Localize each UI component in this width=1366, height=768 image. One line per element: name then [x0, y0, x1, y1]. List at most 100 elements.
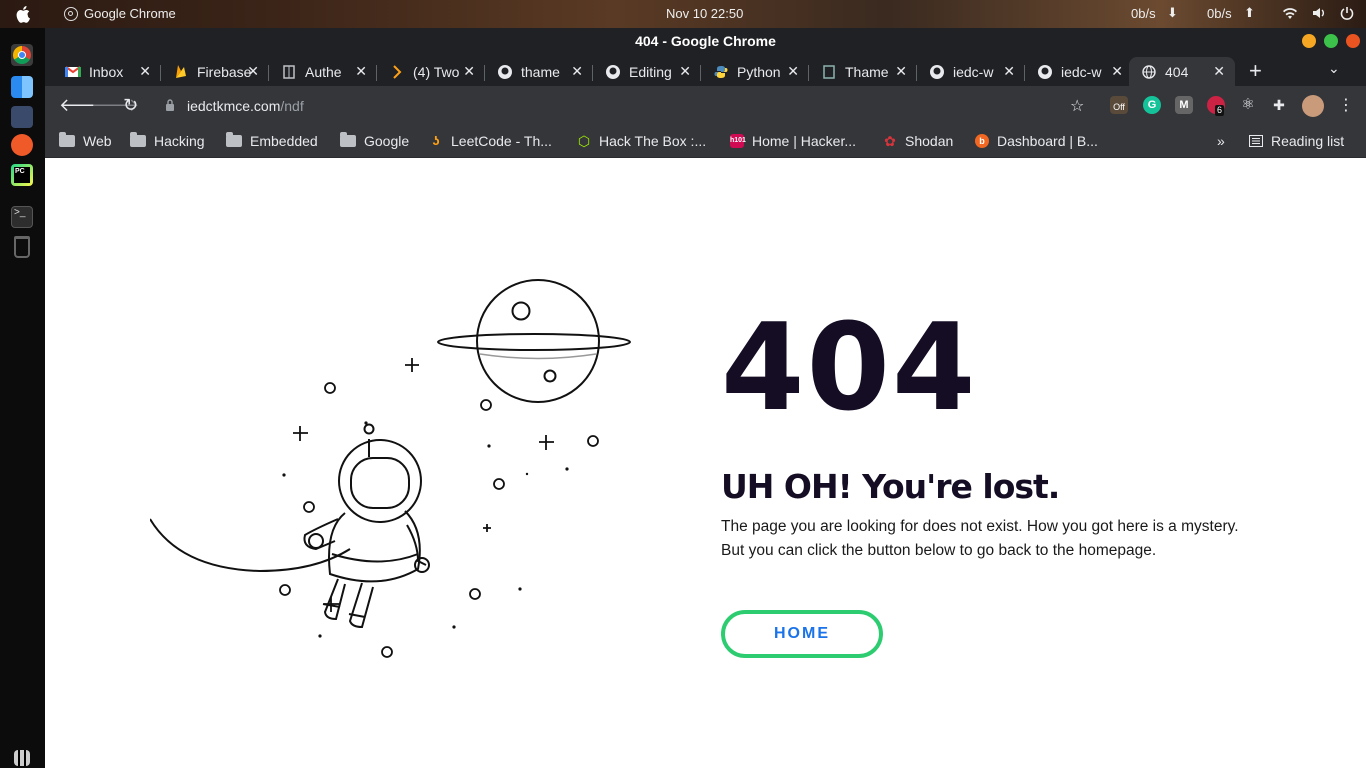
tab-iedc-1[interactable]: iedc-w ✕: [917, 57, 1025, 86]
bookmark-shodan[interactable]: ✿ Shodan: [883, 133, 953, 149]
hackerrank-icon: [389, 64, 405, 80]
off-badge: Off: [1113, 102, 1125, 112]
close-tab-icon[interactable]: ✕: [679, 63, 691, 80]
folder-icon: [59, 132, 75, 147]
tab-search-chevron-icon[interactable]: ⌄: [1328, 60, 1340, 77]
react-devtools-icon[interactable]: ⚛: [1239, 96, 1257, 114]
star-field: [279, 358, 599, 658]
tab-firebase[interactable]: Firebase ✕: [161, 57, 269, 86]
folder-icon: [226, 132, 242, 147]
more-menu-icon[interactable]: ⋮: [1338, 95, 1354, 115]
url-text[interactable]: iedctkmce.com/ndf: [187, 98, 304, 114]
minimize-button[interactable]: [1302, 34, 1316, 48]
error-description-line-1: The page you are looking for does not ex…: [721, 518, 1239, 535]
url-host: iedctkmce.com: [187, 98, 281, 114]
tab-editing[interactable]: Editing ✕: [593, 57, 701, 86]
net-up-rate: 0b/s: [1207, 6, 1232, 21]
close-window-button[interactable]: [1346, 34, 1360, 48]
more-bookmarks-chevron-icon[interactable]: »: [1217, 133, 1225, 149]
apple-icon[interactable]: [16, 5, 32, 23]
bookmark-web[interactable]: Web: [59, 132, 112, 149]
mail-extension-icon[interactable]: M: [1175, 96, 1193, 114]
folder-icon: [130, 132, 146, 147]
page-content: 404 UH OH! You're lost. The page you are…: [45, 159, 1366, 768]
address-bar[interactable]: iedctkmce.com/ndf: [155, 90, 1095, 122]
info-lock-icon[interactable]: [165, 99, 175, 111]
active-app[interactable]: Google Chrome: [64, 6, 176, 21]
error-description-line-2: But you can click the button below to go…: [721, 542, 1157, 559]
bookmarks-bar: Web Hacking Embedded Google ʖ LeetCode - …: [45, 126, 1366, 158]
new-tab-button[interactable]: +: [1249, 58, 1262, 84]
tab-python[interactable]: Python ✕: [701, 57, 809, 86]
firebase-icon: [173, 64, 189, 80]
reload-button[interactable]: ↻: [123, 95, 138, 116]
page-icon: [821, 64, 837, 80]
url-path: /ndf: [280, 98, 304, 114]
close-tab-icon[interactable]: ✕: [1111, 63, 1123, 80]
bookmark-label: Google: [364, 133, 410, 149]
tab-thame[interactable]: thame ✕: [485, 57, 593, 86]
power-icon[interactable]: [1340, 6, 1354, 20]
download-arrow-icon: ⬇: [1167, 5, 1178, 20]
home-button[interactable]: HOME: [721, 610, 883, 658]
planet-icon: [437, 279, 631, 403]
volume-icon[interactable]: [1312, 6, 1326, 20]
off-extension-icon[interactable]: Off: [1110, 96, 1128, 114]
bookmark-hacker101[interactable]: h101 Home | Hacker...: [730, 133, 856, 149]
reading-list-button[interactable]: Reading list: [1249, 133, 1344, 149]
bookmark-leetcode[interactable]: ʖ LeetCode - Th...: [429, 133, 552, 149]
apps-grid-icon[interactable]: [14, 750, 30, 766]
folder-icon: [340, 132, 356, 147]
browser-dock-icon[interactable]: [11, 134, 33, 156]
close-tab-icon[interactable]: ✕: [1213, 63, 1225, 80]
system-top-bar: Google Chrome Nov 10 22:50 0b/s ⬇ 0b/s ⬆: [0, 0, 1366, 28]
hacker101-icon: h101: [730, 134, 746, 148]
chrome-window: 404 - Google Chrome Inbox ✕ Firebase ✕ A…: [45, 28, 1366, 768]
bookmark-label: Embedded: [250, 133, 318, 149]
tab-thame-2[interactable]: Thame ✕: [809, 57, 917, 86]
close-tab-icon[interactable]: ✕: [463, 63, 475, 80]
astronaut-illustration: [150, 279, 631, 658]
close-tab-icon[interactable]: ✕: [139, 63, 151, 80]
grammarly-icon[interactable]: G: [1143, 96, 1161, 114]
tab-inbox[interactable]: Inbox ✕: [53, 57, 161, 86]
dock: PC >_: [0, 28, 45, 768]
hackthebox-icon: ⬡: [577, 133, 591, 149]
bookmark-hacking[interactable]: Hacking: [130, 132, 205, 149]
trash-dock-icon[interactable]: [14, 236, 30, 258]
close-tab-icon[interactable]: ✕: [355, 63, 367, 80]
finder-dock-icon[interactable]: [11, 76, 33, 98]
tab-two[interactable]: (4) Two ✕: [377, 57, 485, 86]
error-code: 404: [721, 299, 978, 438]
close-tab-icon[interactable]: ✕: [895, 63, 907, 80]
chrome-icon: [64, 6, 78, 21]
close-tab-icon[interactable]: ✕: [247, 63, 259, 80]
bookmark-embedded[interactable]: Embedded: [226, 132, 318, 149]
close-tab-icon[interactable]: ✕: [1003, 63, 1015, 80]
files-dock-icon[interactable]: [11, 106, 33, 128]
bookmark-label: Home | Hacker...: [752, 133, 857, 149]
terminal-dock-icon[interactable]: >_: [11, 206, 33, 228]
close-tab-icon[interactable]: ✕: [571, 63, 583, 80]
tab-404-active[interactable]: 404 ✕: [1129, 57, 1235, 86]
tab-iedc-2[interactable]: iedc-w ✕: [1025, 57, 1133, 86]
github-icon: [497, 64, 513, 80]
bookmark-star-icon[interactable]: ☆: [1070, 96, 1084, 116]
bookmark-label: Hack The Box :...: [599, 133, 707, 149]
close-tab-icon[interactable]: ✕: [787, 63, 799, 80]
bookmark-hackthebox[interactable]: ⬡ Hack The Box :...: [577, 133, 706, 149]
bookmark-label: LeetCode - Th...: [451, 133, 552, 149]
extensions-puzzle-icon[interactable]: ✚: [1270, 96, 1288, 114]
pycharm-dock-icon[interactable]: PC: [11, 164, 33, 186]
globe-icon: [1141, 64, 1157, 80]
clock[interactable]: Nov 10 22:50: [666, 6, 743, 21]
profile-avatar[interactable]: [1302, 95, 1324, 117]
bookmark-bugcrowd[interactable]: b Dashboard | B...: [975, 133, 1098, 149]
chrome-dock-icon[interactable]: [11, 44, 33, 66]
maximize-button[interactable]: [1324, 34, 1338, 48]
system-tray[interactable]: [1282, 6, 1354, 20]
bookmark-google[interactable]: Google: [340, 132, 410, 149]
notification-extension-icon[interactable]: 6: [1207, 96, 1225, 116]
tab-auth[interactable]: Authe ✕: [269, 57, 377, 86]
wifi-icon[interactable]: [1282, 6, 1298, 20]
